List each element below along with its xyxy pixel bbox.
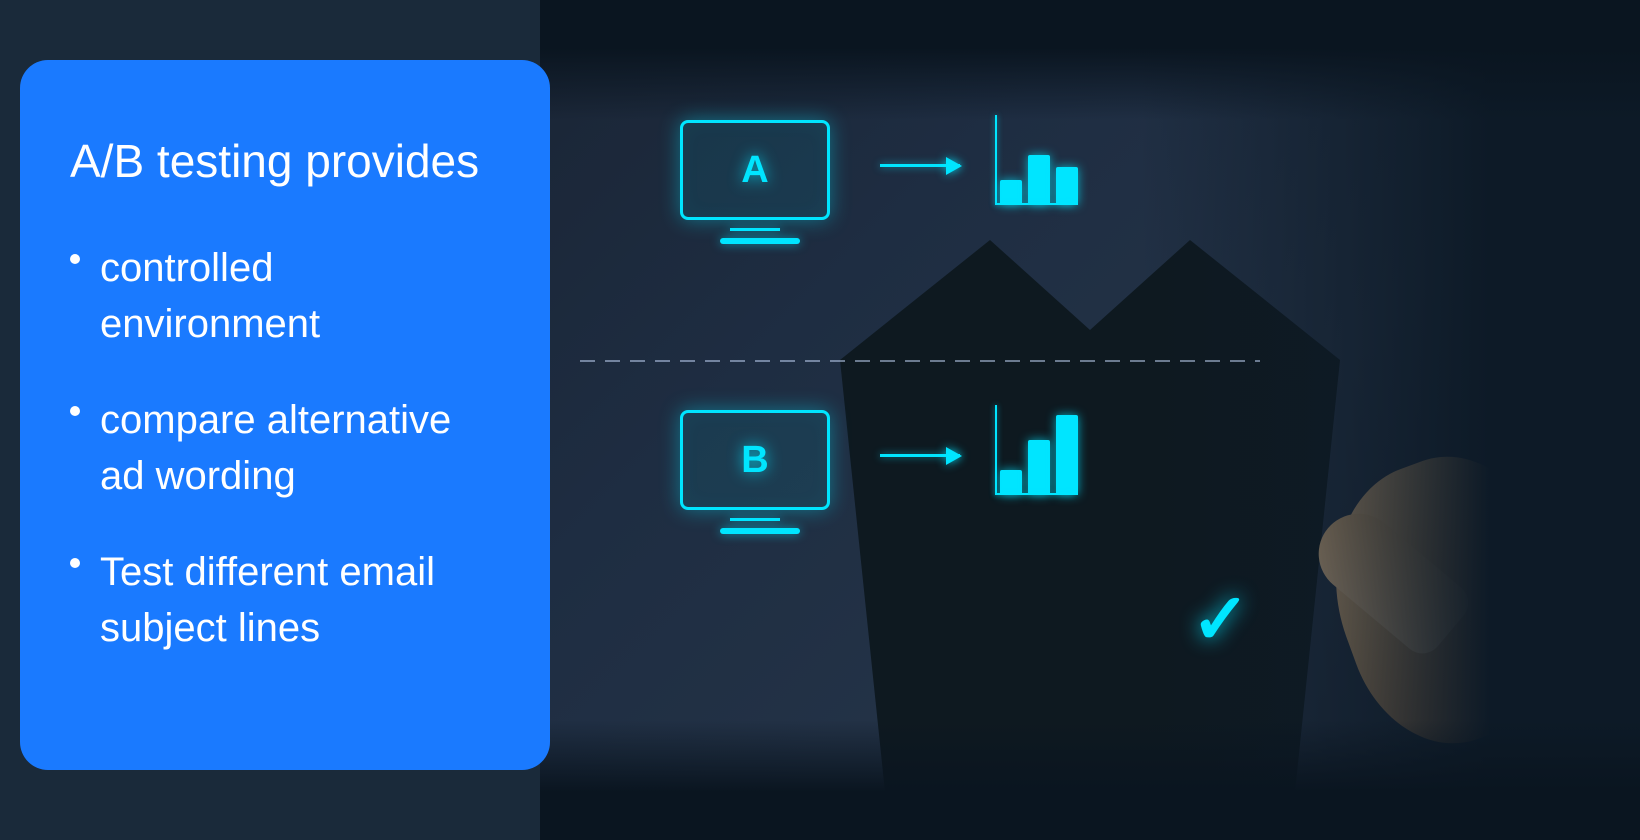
bar-b-2 — [1028, 440, 1050, 495]
bullet-list: controlledenvironment compare alternativ… — [70, 240, 500, 696]
monitor-base-a — [720, 238, 800, 244]
bar-a-1 — [1000, 180, 1022, 205]
bar-chart-b — [1000, 410, 1078, 500]
ab-diagram: A B — [580, 100, 1280, 680]
card-title: A/B testing provides — [70, 134, 500, 189]
info-card: A/B testing provides controlledenvironme… — [20, 60, 550, 770]
bar-b-3 — [1056, 415, 1078, 495]
bullet-text-2: compare alternativead wording — [100, 392, 451, 504]
monitor-base-b — [720, 528, 800, 534]
version-b-label: B — [741, 439, 768, 482]
bar-a-2 — [1028, 155, 1050, 205]
bar-a-3 — [1056, 167, 1078, 205]
bottom-vignette — [540, 720, 1640, 840]
bullet-dot-3 — [70, 558, 80, 568]
version-b-section: B — [680, 410, 1078, 530]
arrow-a — [880, 164, 960, 167]
bullet-dot-1 — [70, 254, 80, 264]
bar-chart-a — [1000, 120, 1078, 210]
bar-b-1 — [1000, 470, 1022, 495]
monitor-screen-b: B — [680, 410, 830, 510]
version-a-label: A — [741, 149, 768, 192]
winner-checkmark: ✓ — [1191, 578, 1250, 660]
dashed-divider — [580, 360, 1260, 362]
bullet-text-1: controlledenvironment — [100, 240, 320, 352]
monitor-a: A — [680, 120, 840, 240]
monitor-screen-a: A — [680, 120, 830, 220]
page-container: A B — [0, 0, 1640, 840]
bullet-item-2: compare alternativead wording — [70, 392, 500, 504]
bullet-text-3: Test different emailsubject lines — [100, 544, 435, 656]
bullet-dot-2 — [70, 406, 80, 416]
version-a-section: A — [680, 120, 1078, 240]
monitor-b: B — [680, 410, 840, 530]
bullet-item-1: controlledenvironment — [70, 240, 500, 352]
bullet-item-3: Test different emailsubject lines — [70, 544, 500, 656]
arrow-b — [880, 454, 960, 457]
